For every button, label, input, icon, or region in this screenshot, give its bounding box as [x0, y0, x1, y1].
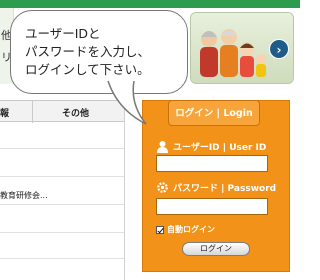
bubble-line-2: パスワードを入力し、 [25, 44, 151, 59]
next-arrow-icon[interactable]: › [269, 39, 289, 59]
login-tab: ログイン | Login [168, 100, 260, 126]
top-bar [0, 0, 300, 8]
password-label-row: パスワード | Password [156, 181, 276, 194]
family-illustration [200, 29, 266, 77]
gear-icon [157, 182, 168, 193]
table-row-divider [0, 204, 124, 205]
auto-login-checkbox[interactable] [156, 225, 164, 234]
bubble-line-3: ログインして下さい。 [25, 62, 150, 77]
family-banner[interactable]: › [190, 12, 294, 84]
auto-login-label: 自動ログイン [167, 225, 215, 234]
login-button[interactable]: ログイン [182, 242, 250, 256]
table-row-divider [0, 148, 124, 149]
table-header-col-1: 報 [0, 109, 10, 119]
table-row-divider [0, 176, 124, 177]
user-icon [157, 141, 168, 153]
header-divider [32, 101, 33, 123]
password-input[interactable] [156, 198, 268, 215]
userid-input[interactable] [156, 155, 268, 172]
auto-login-row[interactable]: 自動ログイン [156, 224, 215, 235]
login-title: ログイン | Login [175, 108, 253, 119]
table-header-col-2: その他 [62, 109, 90, 119]
userid-label-row: ユーザーID | User ID [156, 140, 266, 153]
bubble-line-1: ユーザーIDと [25, 26, 101, 41]
table-row-divider [0, 258, 124, 259]
userid-label: ユーザーID | User ID [173, 143, 267, 153]
table-row-divider [0, 232, 124, 233]
table-row-item[interactable]: 教育研修会... [0, 190, 48, 201]
password-label: パスワード | Password [173, 184, 277, 194]
